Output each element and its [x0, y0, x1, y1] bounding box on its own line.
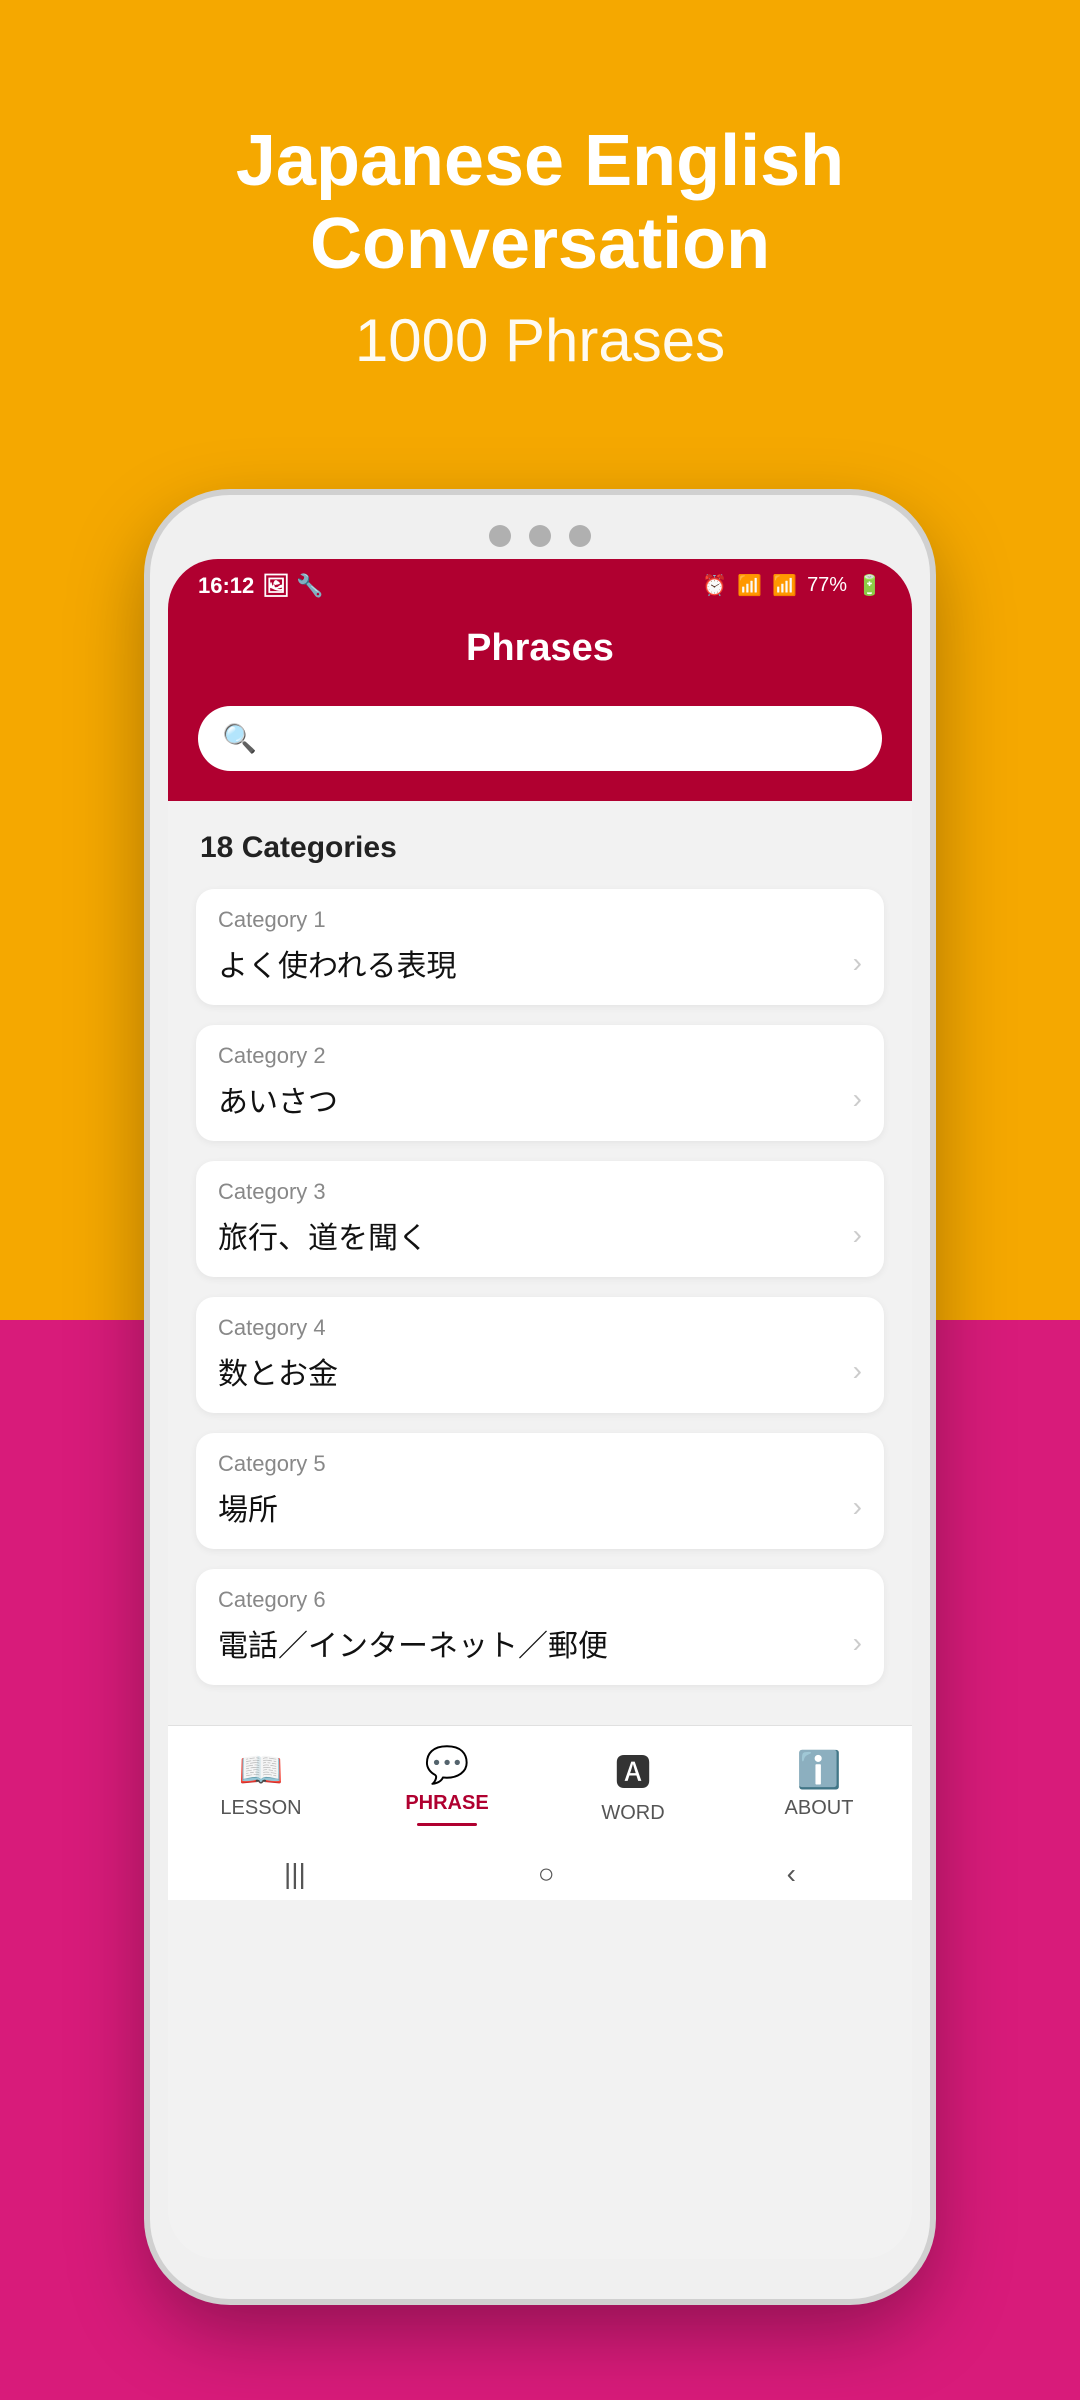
phone-screen: 16:12 🖼 🔧 ⏰ 📶 📶 77% 🔋 Phrases 🔍 — [168, 559, 912, 2259]
chevron-right-icon-1: › — [853, 947, 862, 979]
battery-text: 77% — [807, 574, 847, 597]
phone-dot-3 — [569, 525, 591, 547]
nav-item-about[interactable]: ℹ️ ABOUT — [726, 1749, 912, 1820]
nav-item-lesson[interactable]: 📖 LESSON — [168, 1749, 354, 1820]
category-name-row-5: 場所 › — [218, 1485, 862, 1529]
lesson-icon: 📖 — [239, 1749, 284, 1791]
phone-dot-1 — [489, 525, 511, 547]
status-right: ⏰ 📶 📶 77% 🔋 — [702, 573, 882, 598]
nav-active-indicator — [417, 1823, 477, 1826]
alarm-icon: ⏰ — [702, 573, 727, 598]
category-card-2[interactable]: Category 2 あいさつ › — [196, 1025, 884, 1141]
category-name-row-3: 旅行、道を聞く › — [218, 1213, 862, 1257]
category-label-1: Category 1 — [218, 907, 862, 933]
battery-icon: 🔋 — [857, 573, 882, 598]
phrase-label: PHRASE — [405, 1792, 488, 1815]
android-menu-icon[interactable]: ||| — [284, 1858, 306, 1890]
category-name-row-4: 数とお金 › — [218, 1349, 862, 1393]
category-label-5: Category 5 — [218, 1451, 862, 1477]
category-label-2: Category 2 — [218, 1043, 862, 1069]
about-icon: ℹ️ — [797, 1749, 842, 1791]
category-label-3: Category 3 — [218, 1179, 862, 1205]
lesson-label: LESSON — [220, 1797, 301, 1820]
status-bar: 16:12 🖼 🔧 ⏰ 📶 📶 77% 🔋 — [168, 559, 912, 609]
wifi-icon: 📶 — [737, 573, 762, 598]
word-label: WORD — [601, 1802, 664, 1825]
phrase-icon: 💬 — [425, 1744, 470, 1786]
top-bar: Phrases — [168, 609, 912, 706]
content-area: 18 Categories Category 1 よく使われる表現 › Cate… — [168, 801, 912, 1725]
signal-icon: 📶 — [772, 573, 797, 598]
android-home-icon[interactable]: ○ — [538, 1858, 555, 1890]
category-name-3: 旅行、道を聞く — [218, 1213, 428, 1257]
android-nav: ||| ○ ‹ — [168, 1840, 912, 1900]
status-icons: 🖼 🔧 — [262, 573, 323, 599]
bottom-nav: 📖 LESSON 💬 PHRASE 🅰 WORD ℹ️ ABOUT — [168, 1725, 912, 1840]
nav-item-word[interactable]: 🅰 WORD — [540, 1744, 726, 1825]
phone-frame: 16:12 🖼 🔧 ⏰ 📶 📶 77% 🔋 Phrases 🔍 — [150, 495, 930, 2299]
search-icon: 🔍 — [222, 722, 257, 755]
search-bar-container: 🔍 — [168, 706, 912, 801]
phone-notch-area — [168, 525, 912, 547]
category-name-row-6: 電話／インターネット／郵便 › — [218, 1621, 862, 1665]
app-subtitle: 1000 Phrases — [60, 306, 1020, 375]
chevron-right-icon-6: › — [853, 1627, 862, 1659]
category-label-4: Category 4 — [218, 1315, 862, 1341]
about-label: ABOUT — [785, 1797, 854, 1820]
category-card-5[interactable]: Category 5 場所 › — [196, 1433, 884, 1549]
category-card-1[interactable]: Category 1 よく使われる表現 › — [196, 889, 884, 1005]
status-left: 16:12 🖼 🔧 — [198, 573, 324, 599]
categories-count: 18 Categories — [196, 831, 884, 865]
chevron-right-icon-4: › — [853, 1355, 862, 1387]
category-card-6[interactable]: Category 6 電話／インターネット／郵便 › — [196, 1569, 884, 1685]
chevron-right-icon-5: › — [853, 1491, 862, 1523]
app-header: Japanese English Conversation 1000 Phras… — [0, 0, 1080, 435]
category-name-5: 場所 — [218, 1485, 278, 1529]
nav-item-phrase[interactable]: 💬 PHRASE — [354, 1744, 540, 1826]
android-back-icon[interactable]: ‹ — [787, 1858, 796, 1890]
phone-dot-2 — [529, 525, 551, 547]
status-time: 16:12 — [198, 573, 254, 599]
category-name-6: 電話／インターネット／郵便 — [218, 1621, 608, 1665]
app-title: Japanese English Conversation — [60, 120, 1020, 286]
category-card-3[interactable]: Category 3 旅行、道を聞く › — [196, 1161, 884, 1277]
category-name-1: よく使われる表現 — [218, 941, 457, 985]
category-name-row-2: あいさつ › — [218, 1077, 862, 1121]
category-name-4: 数とお金 — [218, 1349, 338, 1393]
phone-wrapper: 16:12 🖼 🔧 ⏰ 📶 📶 77% 🔋 Phrases 🔍 — [150, 495, 930, 2299]
category-card-4[interactable]: Category 4 数とお金 › — [196, 1297, 884, 1413]
category-label-6: Category 6 — [218, 1587, 862, 1613]
screen-title: Phrases — [188, 627, 892, 670]
chevron-right-icon-2: › — [853, 1083, 862, 1115]
word-icon: 🅰 — [615, 1744, 651, 1796]
category-name-2: あいさつ — [218, 1077, 338, 1121]
chevron-right-icon-3: › — [853, 1219, 862, 1251]
category-name-row-1: よく使われる表現 › — [218, 941, 862, 985]
search-bar[interactable]: 🔍 — [198, 706, 882, 771]
